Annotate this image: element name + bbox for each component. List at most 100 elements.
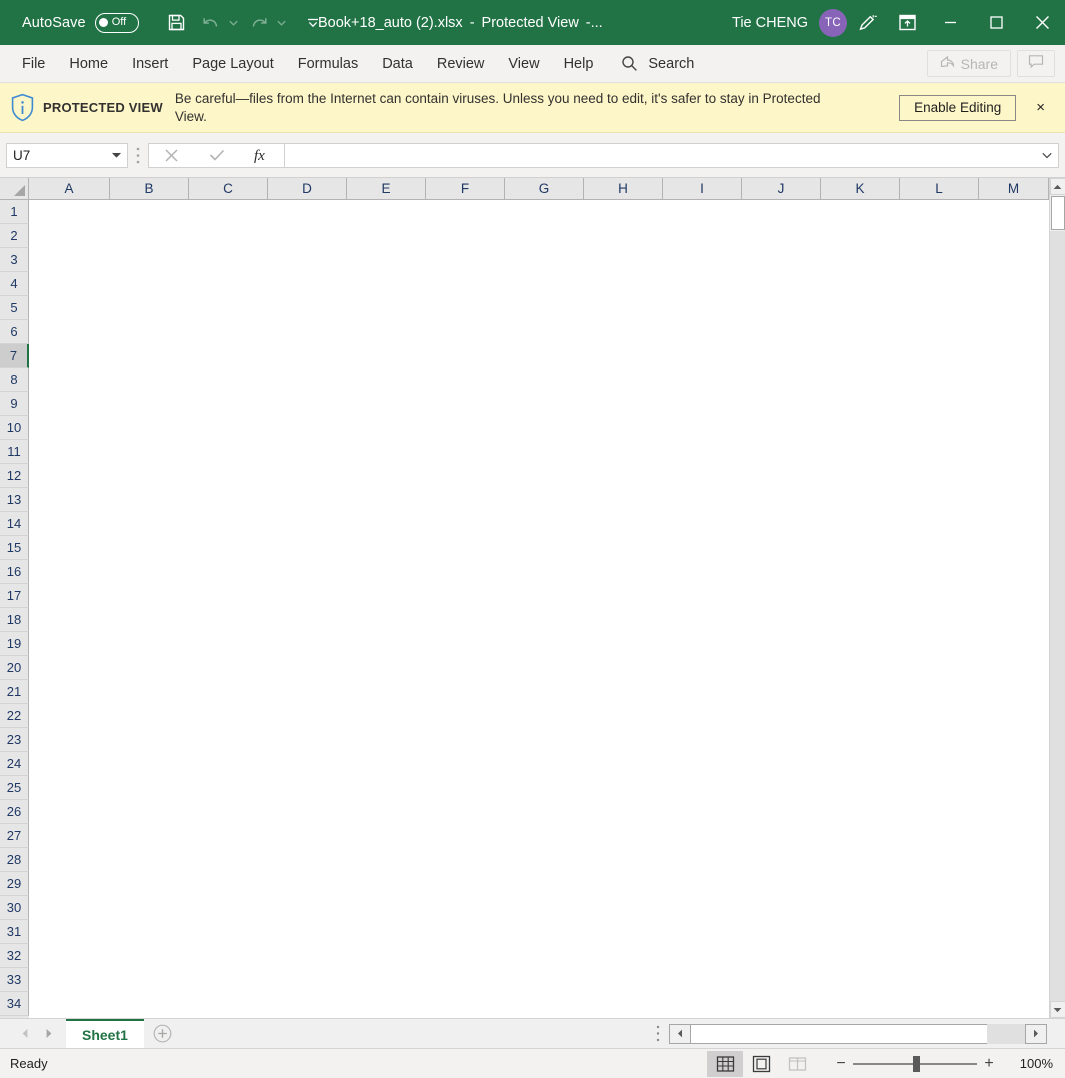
next-sheet-arrow-icon[interactable]: [38, 1019, 60, 1049]
undo-chevron-down-icon[interactable]: [227, 7, 241, 39]
avatar[interactable]: TC: [819, 8, 847, 37]
horizontal-grip-icon[interactable]: [647, 1019, 669, 1049]
horizontal-scrollbar-thumb[interactable]: [691, 1023, 987, 1044]
row-header-34[interactable]: 34: [0, 992, 29, 1016]
enable-editing-button[interactable]: Enable Editing: [899, 94, 1017, 121]
column-header-I[interactable]: I: [663, 178, 742, 200]
row-header-33[interactable]: 33: [0, 968, 29, 992]
row-header-4[interactable]: 4: [0, 272, 29, 296]
row-header-27[interactable]: 27: [0, 824, 29, 848]
maximize-icon[interactable]: [973, 0, 1019, 45]
zoom-level-label[interactable]: 100%: [1007, 1056, 1053, 1071]
previous-sheet-arrow-icon[interactable]: [14, 1019, 36, 1049]
tab-formulas[interactable]: Formulas: [286, 45, 370, 83]
row-header-22[interactable]: 22: [0, 704, 29, 728]
row-header-7[interactable]: 7: [0, 344, 29, 368]
row-header-32[interactable]: 32: [0, 944, 29, 968]
row-header-31[interactable]: 31: [0, 920, 29, 944]
pen-ink-icon[interactable]: [847, 0, 887, 45]
horizontal-scrollbar[interactable]: [669, 1023, 1047, 1045]
redo-chevron-down-icon[interactable]: [275, 7, 289, 39]
scroll-left-arrow-icon[interactable]: [669, 1023, 691, 1044]
page-layout-view-icon[interactable]: [743, 1051, 779, 1077]
vertical-scrollbar[interactable]: [1049, 178, 1065, 1018]
undo-icon[interactable]: [195, 7, 227, 39]
grid-cells-area[interactable]: [29, 200, 1049, 1018]
zoom-slider-thumb[interactable]: [913, 1055, 920, 1072]
tab-page-layout[interactable]: Page Layout: [180, 45, 285, 83]
scroll-right-arrow-icon[interactable]: [1025, 1023, 1047, 1044]
page-break-preview-icon[interactable]: [779, 1051, 815, 1077]
undo-button[interactable]: [195, 7, 241, 39]
enter-check-icon[interactable]: [194, 144, 239, 167]
insert-function-fx-icon[interactable]: fx: [239, 144, 284, 167]
column-header-A[interactable]: A: [29, 178, 110, 200]
row-header-15[interactable]: 15: [0, 536, 29, 560]
vertical-scrollbar-thumb[interactable]: [1050, 196, 1065, 230]
minimize-icon[interactable]: [927, 0, 973, 45]
column-header-K[interactable]: K: [821, 178, 900, 200]
column-header-E[interactable]: E: [347, 178, 426, 200]
column-header-B[interactable]: B: [110, 178, 189, 200]
autosave-switch[interactable]: Off: [94, 12, 139, 33]
row-header-2[interactable]: 2: [0, 224, 29, 248]
row-header-5[interactable]: 5: [0, 296, 29, 320]
zoom-slider[interactable]: [853, 1051, 977, 1077]
add-sheet-plus-icon[interactable]: [144, 1019, 182, 1048]
row-header-13[interactable]: 13: [0, 488, 29, 512]
row-header-3[interactable]: 3: [0, 248, 29, 272]
column-header-D[interactable]: D: [268, 178, 347, 200]
expand-formula-bar-chevron-down-icon[interactable]: [1042, 152, 1052, 159]
column-header-G[interactable]: G: [505, 178, 584, 200]
document-title[interactable]: Book+18_auto (2).xlsx - Protected View -…: [318, 0, 610, 45]
share-button[interactable]: Share: [926, 50, 1011, 77]
comments-button[interactable]: [1017, 50, 1055, 77]
column-header-H[interactable]: H: [584, 178, 663, 200]
close-icon[interactable]: ×: [1030, 97, 1051, 118]
row-header-11[interactable]: 11: [0, 440, 29, 464]
zoom-in-button[interactable]: +: [977, 1051, 1001, 1077]
row-header-9[interactable]: 9: [0, 392, 29, 416]
redo-icon[interactable]: [243, 7, 275, 39]
row-header-17[interactable]: 17: [0, 584, 29, 608]
save-icon[interactable]: [161, 7, 193, 39]
tab-view[interactable]: View: [496, 45, 551, 83]
tab-help[interactable]: Help: [552, 45, 606, 83]
row-header-16[interactable]: 16: [0, 560, 29, 584]
normal-view-icon[interactable]: [707, 1050, 743, 1077]
tab-review[interactable]: Review: [425, 45, 497, 83]
cancel-x-icon[interactable]: [149, 144, 194, 167]
vertical-grip-icon[interactable]: [128, 133, 148, 178]
column-header-L[interactable]: L: [900, 178, 979, 200]
row-header-28[interactable]: 28: [0, 848, 29, 872]
row-header-1[interactable]: 1: [0, 200, 29, 224]
row-header-26[interactable]: 26: [0, 800, 29, 824]
row-header-6[interactable]: 6: [0, 320, 29, 344]
row-header-20[interactable]: 20: [0, 656, 29, 680]
sheet-tab-sheet1[interactable]: Sheet1: [66, 1019, 144, 1048]
zoom-out-button[interactable]: −: [829, 1051, 853, 1077]
row-header-23[interactable]: 23: [0, 728, 29, 752]
select-all-corner-icon[interactable]: [0, 178, 29, 200]
vertical-scrollbar-track[interactable]: [1049, 231, 1065, 1001]
row-header-10[interactable]: 10: [0, 416, 29, 440]
search-input[interactable]: Search: [621, 45, 694, 83]
row-header-18[interactable]: 18: [0, 608, 29, 632]
tab-data[interactable]: Data: [370, 45, 425, 83]
column-header-F[interactable]: F: [426, 178, 505, 200]
column-header-M[interactable]: M: [979, 178, 1049, 200]
row-header-30[interactable]: 30: [0, 896, 29, 920]
name-box-chevron-down-icon[interactable]: [112, 152, 121, 158]
redo-button[interactable]: [243, 7, 289, 39]
row-header-12[interactable]: 12: [0, 464, 29, 488]
row-header-14[interactable]: 14: [0, 512, 29, 536]
column-header-C[interactable]: C: [189, 178, 268, 200]
tab-home[interactable]: Home: [57, 45, 120, 83]
row-header-8[interactable]: 8: [0, 368, 29, 392]
formula-input[interactable]: [285, 142, 1059, 168]
scroll-down-arrow-icon[interactable]: [1049, 1001, 1065, 1018]
horizontal-scrollbar-track[interactable]: [987, 1023, 1025, 1044]
column-header-J[interactable]: J: [742, 178, 821, 200]
tab-insert[interactable]: Insert: [120, 45, 180, 83]
row-header-24[interactable]: 24: [0, 752, 29, 776]
